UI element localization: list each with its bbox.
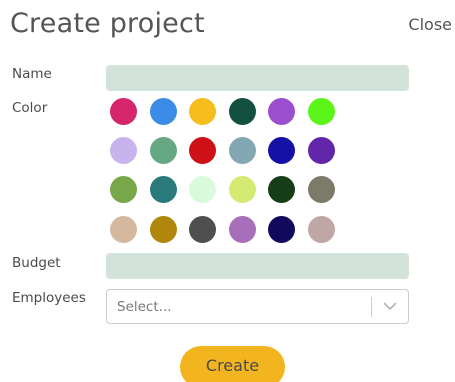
- color-swatch[interactable]: [228, 137, 256, 165]
- budget-input[interactable]: [106, 253, 409, 279]
- color-swatch[interactable]: [149, 176, 177, 204]
- color-swatch[interactable]: [189, 176, 217, 204]
- color-swatch[interactable]: [189, 215, 217, 243]
- color-swatch[interactable]: [228, 215, 256, 243]
- employees-select[interactable]: Select...: [106, 289, 409, 324]
- color-swatch[interactable]: [110, 176, 137, 204]
- color-swatch[interactable]: [307, 215, 335, 243]
- color-swatch[interactable]: [149, 98, 177, 125]
- employees-label: Employees: [12, 290, 86, 306]
- color-palette: [110, 98, 335, 243]
- color-swatch[interactable]: [189, 137, 217, 165]
- color-swatch[interactable]: [307, 98, 335, 125]
- color-swatch[interactable]: [268, 137, 296, 165]
- color-swatch[interactable]: [110, 215, 137, 243]
- color-swatch[interactable]: [228, 176, 256, 204]
- close-button[interactable]: Close: [408, 15, 452, 34]
- color-swatch[interactable]: [228, 98, 256, 125]
- create-project-dialog: Create project Close Name Color Budget E…: [0, 0, 455, 382]
- color-swatch[interactable]: [149, 137, 177, 165]
- color-swatch[interactable]: [307, 176, 335, 204]
- color-swatch[interactable]: [149, 215, 177, 243]
- color-label: Color: [12, 100, 48, 116]
- color-swatch[interactable]: [268, 176, 296, 204]
- employees-select-placeholder: Select...: [117, 298, 172, 315]
- dialog-title: Create project: [10, 8, 205, 39]
- color-swatch[interactable]: [307, 137, 335, 165]
- create-button[interactable]: Create: [180, 346, 285, 382]
- name-label: Name: [12, 66, 52, 82]
- color-swatch[interactable]: [189, 98, 217, 125]
- color-swatch[interactable]: [110, 98, 137, 125]
- color-swatch[interactable]: [268, 98, 296, 125]
- budget-label: Budget: [12, 255, 61, 271]
- color-swatch[interactable]: [268, 215, 296, 243]
- name-input[interactable]: [106, 65, 409, 91]
- color-swatch[interactable]: [110, 137, 137, 165]
- chevron-down-icon[interactable]: [372, 290, 408, 323]
